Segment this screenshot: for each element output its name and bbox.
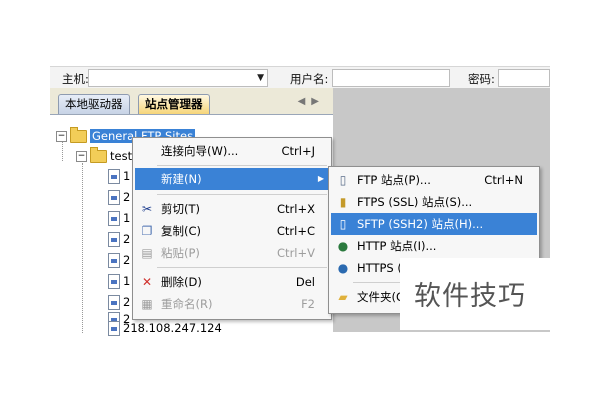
context-menu: 连接向导(W)... Ctrl+J 新建(N) ▶ ✂ 剪切(T) Ctrl+X… xyxy=(132,137,332,320)
tree-item[interactable]: 2 xyxy=(108,252,130,268)
submenu-sftp-site[interactable]: ▯ SFTP (SSH2) 站点(H)... xyxy=(331,213,537,235)
menu-cut[interactable]: ✂ 剪切(T) Ctrl+X xyxy=(135,198,329,220)
tree-item[interactable]: 2 xyxy=(108,231,130,247)
tree-child-row[interactable]: − test xyxy=(76,147,132,164)
submenu-ftp-site[interactable]: ▯ FTP 站点(P)... Ctrl+N xyxy=(331,169,537,191)
menu-separator xyxy=(157,194,327,195)
menu-delete[interactable]: ✕ 删除(D) Del xyxy=(135,271,329,293)
site-icon xyxy=(108,321,120,336)
host-dropdown[interactable]: ▼ xyxy=(88,69,268,87)
user-label: 用户名: xyxy=(290,72,329,86)
folder-icon xyxy=(90,147,107,163)
watermark-text: 软件技巧 xyxy=(414,281,526,312)
site-icon xyxy=(108,274,120,289)
collapse-icon[interactable]: − xyxy=(56,131,67,142)
submenu-arrow-icon: ▶ xyxy=(317,174,324,183)
tab-local-drives[interactable]: 本地驱动器 xyxy=(58,94,130,114)
menu-paste[interactable]: ▤ 粘贴(P) Ctrl+V xyxy=(135,242,329,264)
menu-new[interactable]: 新建(N) ▶ xyxy=(135,168,329,190)
tree-item[interactable]: 1 xyxy=(108,273,130,289)
menu-separator xyxy=(157,165,327,166)
copy-icon: ❐ xyxy=(141,224,153,238)
submenu-http-site[interactable]: ● HTTP 站点(I)... xyxy=(331,235,537,257)
tree-item[interactable]: 1 xyxy=(108,168,130,184)
https-globe-icon: ● xyxy=(337,261,349,275)
tab-scroll-arrows-icon[interactable]: ◀▶ xyxy=(298,96,325,107)
site-icon xyxy=(108,169,120,184)
sftp-site-icon: ▯ xyxy=(339,217,347,231)
site-icon xyxy=(108,211,120,226)
tree-item[interactable]: 1 xyxy=(108,210,130,226)
dropdown-arrow-icon[interactable]: ▼ xyxy=(257,73,264,83)
delete-x-icon: ✕ xyxy=(141,275,153,289)
tree-item[interactable]: 2 xyxy=(108,294,130,310)
submenu-ftps-site[interactable]: ▮ FTPS (SSL) 站点(S)... xyxy=(331,191,537,213)
ftps-lock-icon: ▮ xyxy=(339,195,347,209)
site-icon xyxy=(108,253,120,268)
watermark: 软件技巧 xyxy=(400,258,550,330)
site-icon xyxy=(108,295,120,310)
pane-tabs: 本地驱动器 站点管理器 ◀▶ xyxy=(50,88,333,115)
host-label: 主机: xyxy=(62,72,89,86)
scissors-icon: ✂ xyxy=(141,202,153,216)
collapse-icon[interactable]: − xyxy=(76,151,87,162)
tree-child-label[interactable]: test xyxy=(110,149,132,163)
menu-separator xyxy=(157,267,327,268)
password-field[interactable] xyxy=(498,69,550,87)
site-icon xyxy=(108,190,120,205)
folder-icon: ▰ xyxy=(338,290,348,304)
menu-copy[interactable]: ❐ 复制(C) Ctrl+C xyxy=(135,220,329,242)
connection-bar: 主机: ▼ 用户名: 密码: xyxy=(50,66,550,90)
tree-item[interactable]: 2 xyxy=(108,189,130,205)
site-icon xyxy=(108,232,120,247)
menu-rename[interactable]: ▦ 重命名(R) F2 xyxy=(135,293,329,315)
rename-icon: ▦ xyxy=(141,297,153,311)
tab-site-manager[interactable]: 站点管理器 xyxy=(138,94,210,114)
menu-connect-wizard[interactable]: 连接向导(W)... Ctrl+J xyxy=(135,140,329,162)
paste-icon: ▤ xyxy=(141,246,153,260)
password-label: 密码: xyxy=(468,72,495,86)
user-field[interactable] xyxy=(332,69,450,87)
tree-item-ip[interactable]: 218.108.247.124 xyxy=(108,320,222,336)
http-globe-icon: ● xyxy=(337,239,349,253)
folder-icon xyxy=(70,127,87,143)
ftp-site-icon: ▯ xyxy=(339,173,347,187)
